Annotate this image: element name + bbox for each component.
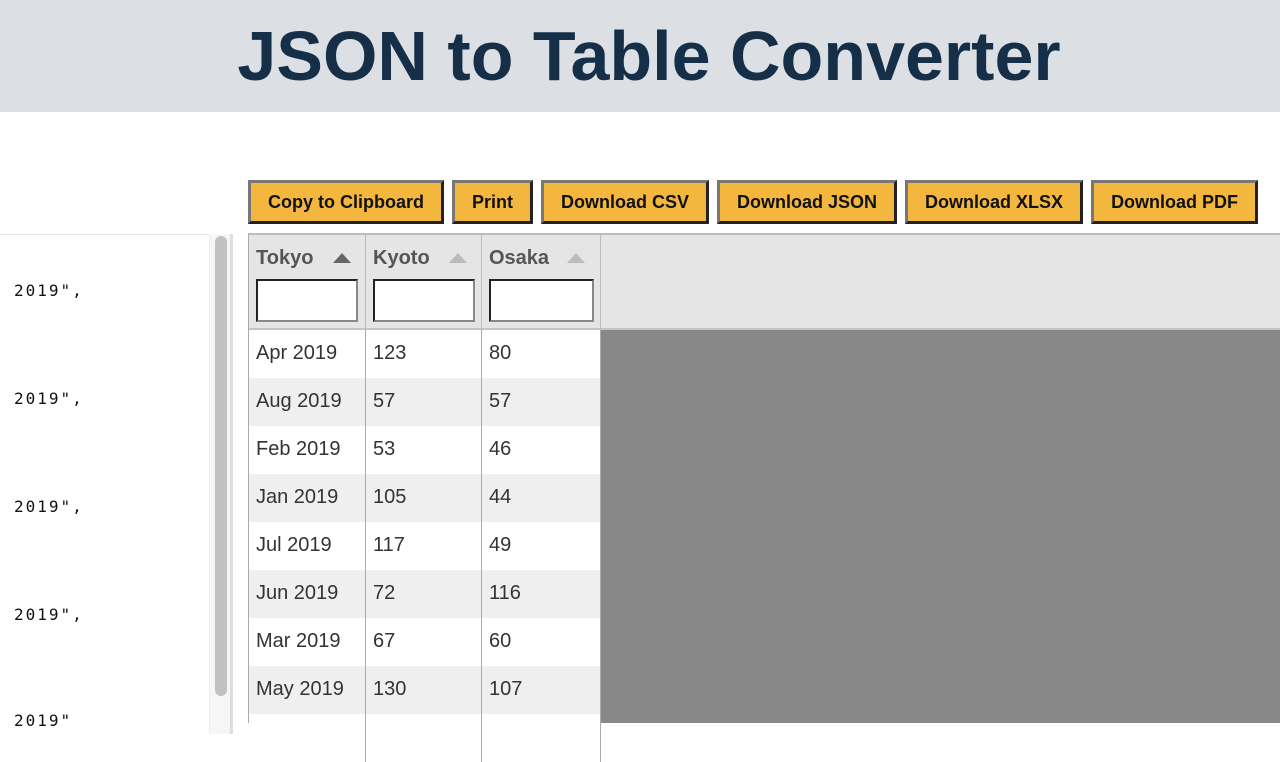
download-xlsx-button[interactable]: Download XLSX	[905, 180, 1084, 224]
table-cell: 57	[482, 378, 601, 426]
editor-scrollbar-thumb[interactable]	[215, 236, 227, 696]
table-cell: 117	[366, 522, 482, 570]
table-row[interactable]: Jan 2019 105 44	[249, 474, 601, 522]
table-row[interactable]	[249, 714, 601, 762]
table-cell: Apr 2019	[249, 330, 366, 378]
sort-ascending-icon[interactable]	[333, 253, 351, 263]
editor-line: 2019",	[14, 389, 84, 408]
table-cell: Jul 2019	[249, 522, 366, 570]
table-cell: May 2019	[249, 666, 366, 714]
column-header-kyoto[interactable]: Kyoto	[366, 235, 482, 330]
column-header-osaka[interactable]: Osaka	[482, 235, 601, 330]
editor-line: 2019",	[14, 497, 84, 516]
table-row[interactable]: Feb 2019 53 46	[249, 426, 601, 474]
table-cell	[366, 714, 482, 762]
table-row[interactable]: Aug 2019 57 57	[249, 378, 601, 426]
copy-to-clipboard-button[interactable]: Copy to Clipboard	[248, 180, 444, 224]
column-title: Kyoto	[373, 247, 430, 269]
table-cell: Jun 2019	[249, 570, 366, 618]
table-cell: 130	[366, 666, 482, 714]
print-button[interactable]: Print	[452, 180, 534, 224]
table-cell: 72	[366, 570, 482, 618]
json-editor[interactable]: 2019", 2019", 2019", 2019", 2019"	[0, 234, 210, 734]
table-cell: 116	[482, 570, 601, 618]
table-cell: 49	[482, 522, 601, 570]
table-cell: 53	[366, 426, 482, 474]
download-csv-button[interactable]: Download CSV	[541, 180, 710, 224]
column-title: Tokyo	[256, 247, 314, 269]
download-json-button[interactable]: Download JSON	[717, 180, 898, 224]
page-title: JSON to Table Converter	[237, 17, 1061, 95]
table-row[interactable]: Jun 2019 72 116	[249, 570, 601, 618]
table-cell: Aug 2019	[249, 378, 366, 426]
column-filter-input[interactable]	[489, 279, 594, 322]
table-cell: 67	[366, 618, 482, 666]
export-toolbar: Copy to Clipboard Print Download CSV Dow…	[248, 180, 1259, 224]
table-cell: 60	[482, 618, 601, 666]
table-cell: 107	[482, 666, 601, 714]
editor-scrollbar[interactable]	[209, 234, 231, 734]
column-title: Osaka	[489, 247, 550, 269]
sort-icon[interactable]	[567, 253, 585, 263]
table-row[interactable]: May 2019 130 107	[249, 666, 601, 714]
sort-icon[interactable]	[449, 253, 467, 263]
column-header-tokyo[interactable]: Tokyo	[249, 235, 366, 330]
editor-line: 2019",	[14, 605, 84, 624]
table-cell: 46	[482, 426, 601, 474]
table-cell: 80	[482, 330, 601, 378]
table-cell: 44	[482, 474, 601, 522]
table-cell: Mar 2019	[249, 618, 366, 666]
table-cell	[482, 714, 601, 762]
table-cell	[249, 714, 366, 762]
page-header: JSON to Table Converter	[0, 0, 1280, 112]
download-pdf-button[interactable]: Download PDF	[1091, 180, 1259, 224]
table-cell: 105	[366, 474, 482, 522]
table-row[interactable]: Mar 2019 67 60	[249, 618, 601, 666]
editor-line: 2019",	[14, 281, 84, 300]
table-body: Apr 2019 123 80 Aug 2019 57 57 Feb 2019 53 46 Jan…	[249, 330, 601, 762]
data-table: Tokyo Kyoto Osaka Apr 2019 123 80 Aug 2019 5…	[248, 233, 1280, 762]
editor-line: 2019"	[14, 711, 73, 730]
column-filter-input[interactable]	[256, 279, 358, 322]
panel-divider	[231, 234, 233, 734]
table-cell: 57	[366, 378, 482, 426]
table-cell: Feb 2019	[249, 426, 366, 474]
table-cell: Jan 2019	[249, 474, 366, 522]
table-row[interactable]: Jul 2019 117 49	[249, 522, 601, 570]
column-filter-input[interactable]	[373, 279, 475, 322]
table-row[interactable]: Apr 2019 123 80	[249, 330, 601, 378]
table-cell: 123	[366, 330, 482, 378]
